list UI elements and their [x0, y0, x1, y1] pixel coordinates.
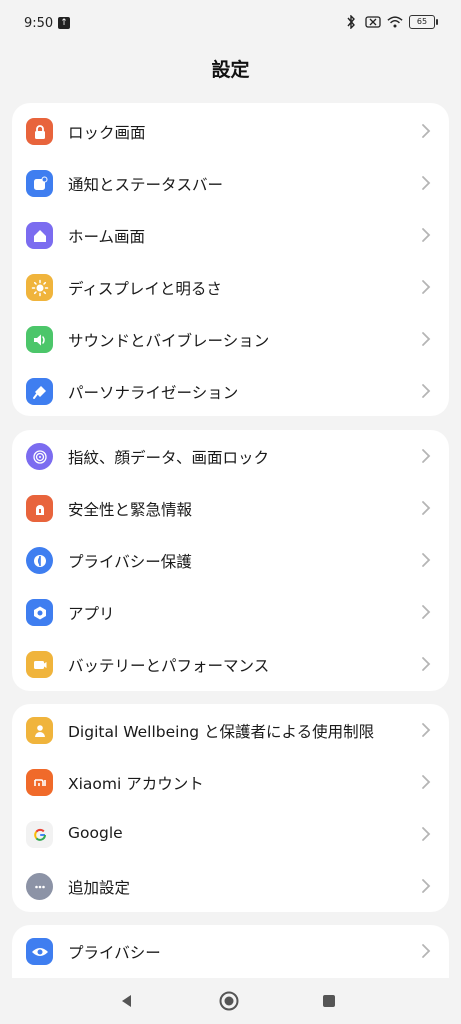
recents-icon[interactable] — [318, 990, 340, 1012]
chevron-right-icon — [422, 501, 431, 515]
setting-emergency[interactable]: 安全性と緊急情報 — [12, 482, 449, 534]
status-bar: 9:50 ↑ 65 — [0, 0, 461, 46]
shield-icon — [26, 547, 53, 574]
chevron-right-icon — [422, 944, 431, 958]
settings-group-privacy: プライバシー — [12, 925, 449, 985]
home-icon — [26, 222, 53, 249]
chevron-right-icon — [422, 280, 431, 294]
setting-label: ホーム画面 — [68, 228, 146, 246]
status-time: 9:50 — [24, 16, 54, 31]
chevron-right-icon — [422, 723, 431, 737]
setting-xiaomi-account[interactable]: Xiaomi アカウント — [12, 756, 449, 808]
settings-group-security: 指紋、顔データ、画面ロック 安全性と緊急情報 プライバシー保護 アプリ バッテリ… — [12, 430, 449, 691]
chevron-right-icon — [422, 605, 431, 619]
chevron-right-icon — [422, 827, 431, 841]
setting-notifications[interactable]: 通知とステータスバー — [12, 157, 449, 209]
setting-label: Digital Wellbeing と保護者による使用制限 — [68, 723, 375, 741]
lock-icon — [26, 118, 53, 145]
battery-icon — [26, 651, 53, 678]
page-title: 設定 — [211, 59, 250, 81]
home-circle-icon[interactable] — [218, 990, 240, 1012]
xiaomi-icon — [26, 769, 53, 796]
setting-label: パーソナライゼーション — [68, 384, 239, 402]
setting-label: サウンドとバイブレーション — [68, 332, 270, 350]
setting-sound[interactable]: サウンドとバイブレーション — [12, 313, 449, 365]
setting-apps[interactable]: アプリ — [12, 586, 449, 638]
bluetooth-icon — [343, 14, 359, 30]
chevron-right-icon — [422, 228, 431, 242]
emergency-icon — [26, 495, 53, 522]
setting-label: プライバシー — [68, 944, 161, 962]
setting-lock-screen[interactable]: ロック画面 — [12, 105, 449, 157]
more-icon — [26, 873, 53, 900]
wellbeing-icon — [26, 717, 53, 744]
setting-home-screen[interactable]: ホーム画面 — [12, 209, 449, 261]
google-icon — [26, 821, 53, 848]
apps-icon — [26, 599, 53, 626]
back-icon[interactable] — [116, 990, 138, 1012]
setting-label: アプリ — [68, 605, 115, 623]
eye-icon — [26, 938, 53, 965]
setting-label: 指紋、顔データ、画面ロック — [68, 449, 270, 467]
no-sim-icon — [365, 14, 381, 30]
wifi-icon — [387, 14, 403, 30]
setting-google[interactable]: Google — [12, 808, 449, 860]
sun-icon — [26, 274, 53, 301]
setting-privacy-protection[interactable]: プライバシー保護 — [12, 534, 449, 586]
chevron-right-icon — [422, 449, 431, 463]
navigation-bar — [0, 978, 461, 1024]
chevron-right-icon — [422, 124, 431, 138]
chevron-right-icon — [422, 657, 431, 671]
setting-label: Xiaomi アカウント — [68, 775, 204, 793]
settings-group-display: ロック画面 通知とステータスバー ホーム画面 ディスプレイと明るさ サウンドとバ… — [12, 103, 449, 416]
setting-battery[interactable]: バッテリーとパフォーマンス — [12, 638, 449, 690]
notification-icon — [26, 170, 53, 197]
setting-fingerprint[interactable]: 指紋、顔データ、画面ロック — [12, 430, 449, 482]
setting-personalization[interactable]: パーソナライゼーション — [12, 365, 449, 417]
upload-icon: ↑ — [58, 17, 70, 29]
setting-label: Google — [68, 824, 123, 842]
setting-label: ロック画面 — [68, 124, 146, 142]
speaker-icon — [26, 326, 53, 353]
chevron-right-icon — [422, 176, 431, 190]
status-icons: 65 — [343, 14, 438, 30]
chevron-right-icon — [422, 775, 431, 789]
setting-label: 通知とステータスバー — [68, 176, 224, 194]
fingerprint-icon — [26, 443, 53, 470]
setting-label: ディスプレイと明るさ — [68, 280, 222, 298]
chevron-right-icon — [422, 332, 431, 346]
setting-label: プライバシー保護 — [68, 553, 192, 571]
setting-privacy[interactable]: プライバシー — [12, 925, 449, 977]
brush-icon — [26, 378, 53, 405]
setting-display[interactable]: ディスプレイと明るさ — [12, 261, 449, 313]
setting-digital-wellbeing[interactable]: Digital Wellbeing と保護者による使用制限 — [12, 704, 449, 756]
setting-label: 安全性と緊急情報 — [68, 501, 193, 519]
chevron-right-icon — [422, 879, 431, 893]
chevron-right-icon — [422, 553, 431, 567]
battery-indicator: 65 — [409, 15, 438, 29]
chevron-right-icon — [422, 384, 431, 398]
setting-additional[interactable]: 追加設定 — [12, 860, 449, 912]
setting-label: 追加設定 — [68, 879, 131, 897]
setting-label: バッテリーとパフォーマンス — [68, 657, 270, 675]
settings-group-accounts: Digital Wellbeing と保護者による使用制限 Xiaomi アカウ… — [12, 704, 449, 912]
